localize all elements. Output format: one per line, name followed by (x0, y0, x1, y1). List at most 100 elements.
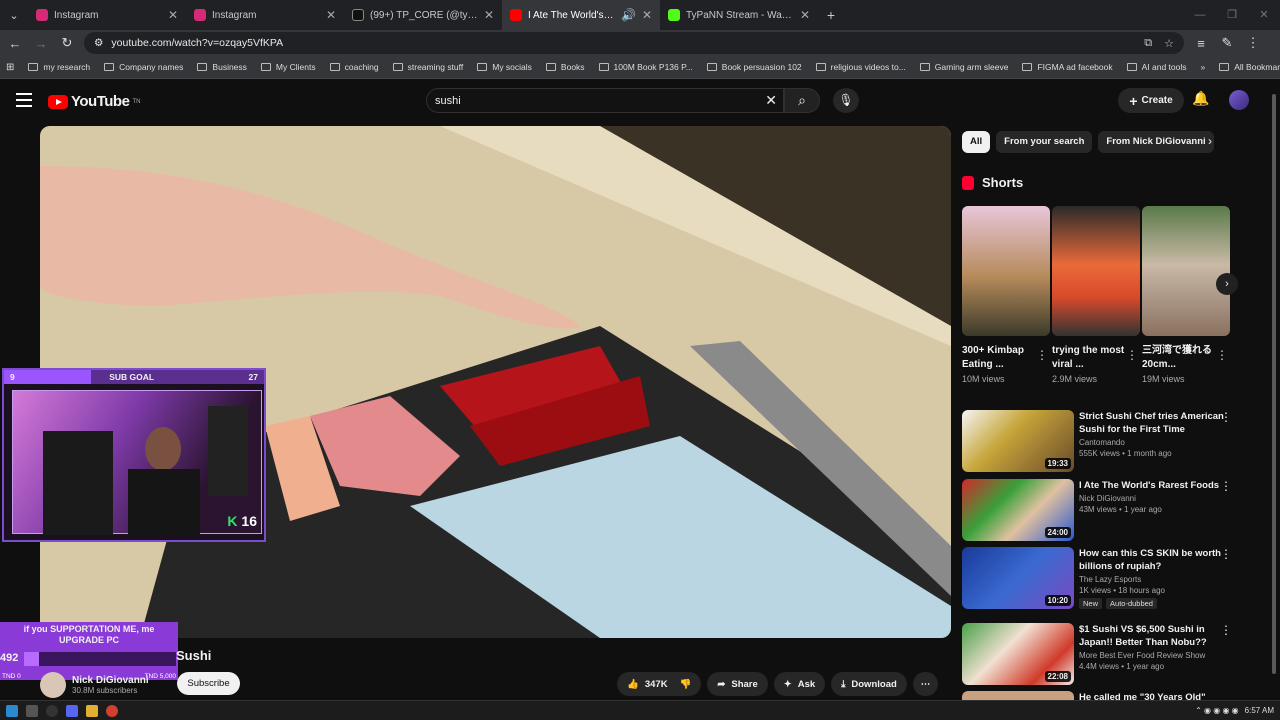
short-item[interactable]: 三河湾で獲れる20cm... 19M views ⋮ (1142, 206, 1230, 384)
bookmark-item[interactable]: 100M Book P136 P... (598, 62, 693, 72)
close-icon[interactable]: ✕ (168, 8, 178, 22)
file-explorer-icon[interactable] (86, 704, 98, 717)
short-thumbnail[interactable] (962, 206, 1050, 336)
recommended-video[interactable]: He called me "30 Years Old" (962, 691, 1262, 700)
maximize-icon[interactable]: ❐ (1216, 0, 1248, 30)
install-icon[interactable]: ⧉ (1144, 37, 1152, 50)
short-title[interactable]: 三河湾で獲れる20cm... (1142, 344, 1220, 372)
bookmark-item[interactable]: My socials (477, 62, 532, 72)
create-button[interactable]: + Create (1118, 88, 1184, 113)
bookmark-item[interactable]: Company names (104, 62, 183, 72)
tab-tiktok[interactable]: (99+) TP_CORE (@typann_core) ✕ (344, 0, 502, 30)
video-thumbnail[interactable] (962, 691, 1074, 700)
bookmark-item[interactable]: My Clients (260, 62, 316, 72)
short-thumbnail[interactable] (1142, 206, 1230, 336)
discord-icon[interactable] (66, 704, 78, 717)
extensions-icon[interactable]: ✎ (1218, 35, 1236, 51)
short-title[interactable]: trying the most viral ... (1052, 344, 1130, 372)
clear-search-icon[interactable]: ✕ (765, 92, 777, 109)
media-icon[interactable]: ≡ (1192, 36, 1210, 51)
microphone-icon[interactable]: 🎙 (833, 88, 859, 113)
recommended-video[interactable]: 24:00 I Ate The World's Rarest Foods Nic… (962, 479, 1262, 543)
clock[interactable]: 6:57 AM (1245, 706, 1274, 715)
video-thumbnail[interactable]: 24:00 (962, 479, 1074, 541)
subscribe-button[interactable]: Subscribe (177, 672, 240, 695)
video-thumbnail[interactable]: 19:33 (962, 410, 1074, 472)
short-title[interactable]: 300+ Kimbap Eating ... (962, 344, 1040, 372)
tab-youtube[interactable]: I Ate The World's Best Sushi 🔊 ✕ (502, 0, 660, 30)
obs-icon[interactable] (46, 704, 58, 717)
forward-icon[interactable]: → (32, 36, 50, 51)
notifications-bell-icon[interactable]: 🔔 (1192, 90, 1209, 107)
close-window-icon[interactable]: ✕ (1248, 0, 1280, 30)
download-button[interactable]: ⤓ Download (831, 672, 907, 696)
channel-name[interactable]: More Best Ever Food Review Show (1079, 651, 1229, 660)
more-options-icon[interactable]: ⋮ (1220, 623, 1232, 637)
recommended-video[interactable]: 19:33 Strict Sushi Chef tries American S… (962, 410, 1262, 474)
search-icon[interactable] (26, 704, 38, 717)
video-thumbnail[interactable]: 22:08 (962, 623, 1074, 685)
youtube-logo[interactable]: YouTube TN (48, 93, 140, 110)
bookmark-item[interactable]: Business (197, 62, 247, 72)
star-icon[interactable]: ☆ (1164, 37, 1174, 50)
video-title[interactable]: I Ate The World's Rarest Foods (1079, 479, 1229, 492)
bookmark-item[interactable]: Books (545, 62, 585, 72)
reload-icon[interactable]: ↻ (58, 35, 76, 51)
bookmark-item[interactable]: AI and tools (1126, 62, 1187, 72)
more-options-icon[interactable]: ⋮ (1220, 410, 1232, 424)
like-icon[interactable]: 👍 (627, 679, 639, 690)
avatar[interactable] (1229, 90, 1249, 110)
chevron-right-icon[interactable]: › (1216, 273, 1238, 295)
ask-button[interactable]: ✦ Ask (773, 672, 826, 696)
back-icon[interactable]: ← (6, 36, 24, 51)
more-actions-icon[interactable]: ⋯ (912, 672, 939, 696)
speaker-icon[interactable]: 🔊 (621, 8, 636, 22)
menu-icon[interactable]: ⋮ (1244, 35, 1262, 51)
bookmark-item[interactable]: FIGMA ad facebook (1022, 62, 1113, 72)
tab-search-icon[interactable]: ⌄ (0, 9, 28, 22)
apps-icon[interactable]: ⊞ (6, 62, 14, 73)
more-bookmarks-icon[interactable]: » (1201, 62, 1206, 72)
channel-avatar[interactable] (40, 672, 66, 698)
share-button[interactable]: ➦ Share (707, 672, 768, 696)
recommended-video[interactable]: 10:20 How can this CS SKIN be worth bill… (962, 547, 1262, 611)
windows-start-icon[interactable] (6, 704, 18, 717)
like-count[interactable]: 347K (645, 679, 668, 690)
hamburger-menu-icon[interactable] (16, 93, 32, 107)
channel-name[interactable]: The Lazy Esports (1079, 575, 1229, 584)
bookmark-item[interactable]: streaming stuff (392, 62, 463, 72)
all-bookmarks[interactable]: All Bookmarks (1219, 62, 1280, 72)
video-title[interactable]: He called me "30 Years Old" (1079, 691, 1229, 700)
more-options-icon[interactable]: ⋮ (1216, 348, 1228, 362)
more-options-icon[interactable]: ⋮ (1220, 547, 1232, 561)
tab-instagram-2[interactable]: Instagram ✕ (186, 0, 344, 30)
tray-icons[interactable]: ⌃ ◉ ◉ ◉ ◉ (1195, 706, 1239, 715)
chip-from-channel[interactable]: From Nick DiGiovanni (1098, 131, 1214, 153)
chip-all[interactable]: All (962, 131, 991, 153)
search-input[interactable]: sushi ✕ (426, 88, 784, 113)
dislike-icon[interactable]: 👎 (680, 679, 692, 690)
bookmark-item[interactable]: coaching (329, 62, 379, 72)
bookmark-item[interactable]: my research (28, 62, 90, 72)
video-title[interactable]: Strict Sushi Chef tries American Sushi f… (1079, 410, 1229, 436)
chrome-icon[interactable] (106, 704, 118, 717)
channel-name[interactable]: Nick DiGiovanni (72, 675, 149, 686)
tab-instagram-1[interactable]: Instagram ✕ (28, 0, 186, 30)
video-thumbnail[interactable]: 10:20 (962, 547, 1074, 609)
chip-from-search[interactable]: From your search (996, 131, 1093, 153)
site-info-icon[interactable]: ⚙ (94, 37, 103, 49)
more-options-icon[interactable]: ⋮ (1036, 348, 1048, 362)
short-item[interactable]: 300+ Kimbap Eating ... 10M views ⋮ (962, 206, 1050, 384)
short-item[interactable]: trying the most viral ... 2.9M views ⋮ (1052, 206, 1140, 384)
tab-kick[interactable]: TyPaNN Stream - Watch Live on ✕ (660, 0, 818, 30)
search-icon[interactable]: ⌕ (784, 88, 820, 113)
recommended-video[interactable]: 22:08 $1 Sushi VS $6,500 Sushi in Japan!… (962, 623, 1262, 687)
channel-info[interactable]: Nick DiGiovanni 30.8M subscribers (40, 672, 149, 698)
minimize-icon[interactable]: — (1184, 0, 1216, 30)
more-options-icon[interactable]: ⋮ (1220, 479, 1232, 493)
bookmark-item[interactable]: Book persuasion 102 (706, 62, 802, 72)
new-tab-icon[interactable]: + (818, 7, 844, 23)
url-field[interactable]: ⚙ youtube.com/watch?v=ozqay5VfKPA ⧉ ☆ (84, 32, 1184, 54)
channel-name[interactable]: Nick DiGiovanni (1079, 494, 1229, 503)
video-title[interactable]: $1 Sushi VS $6,500 Sushi in Japan!! Bett… (1079, 623, 1229, 649)
